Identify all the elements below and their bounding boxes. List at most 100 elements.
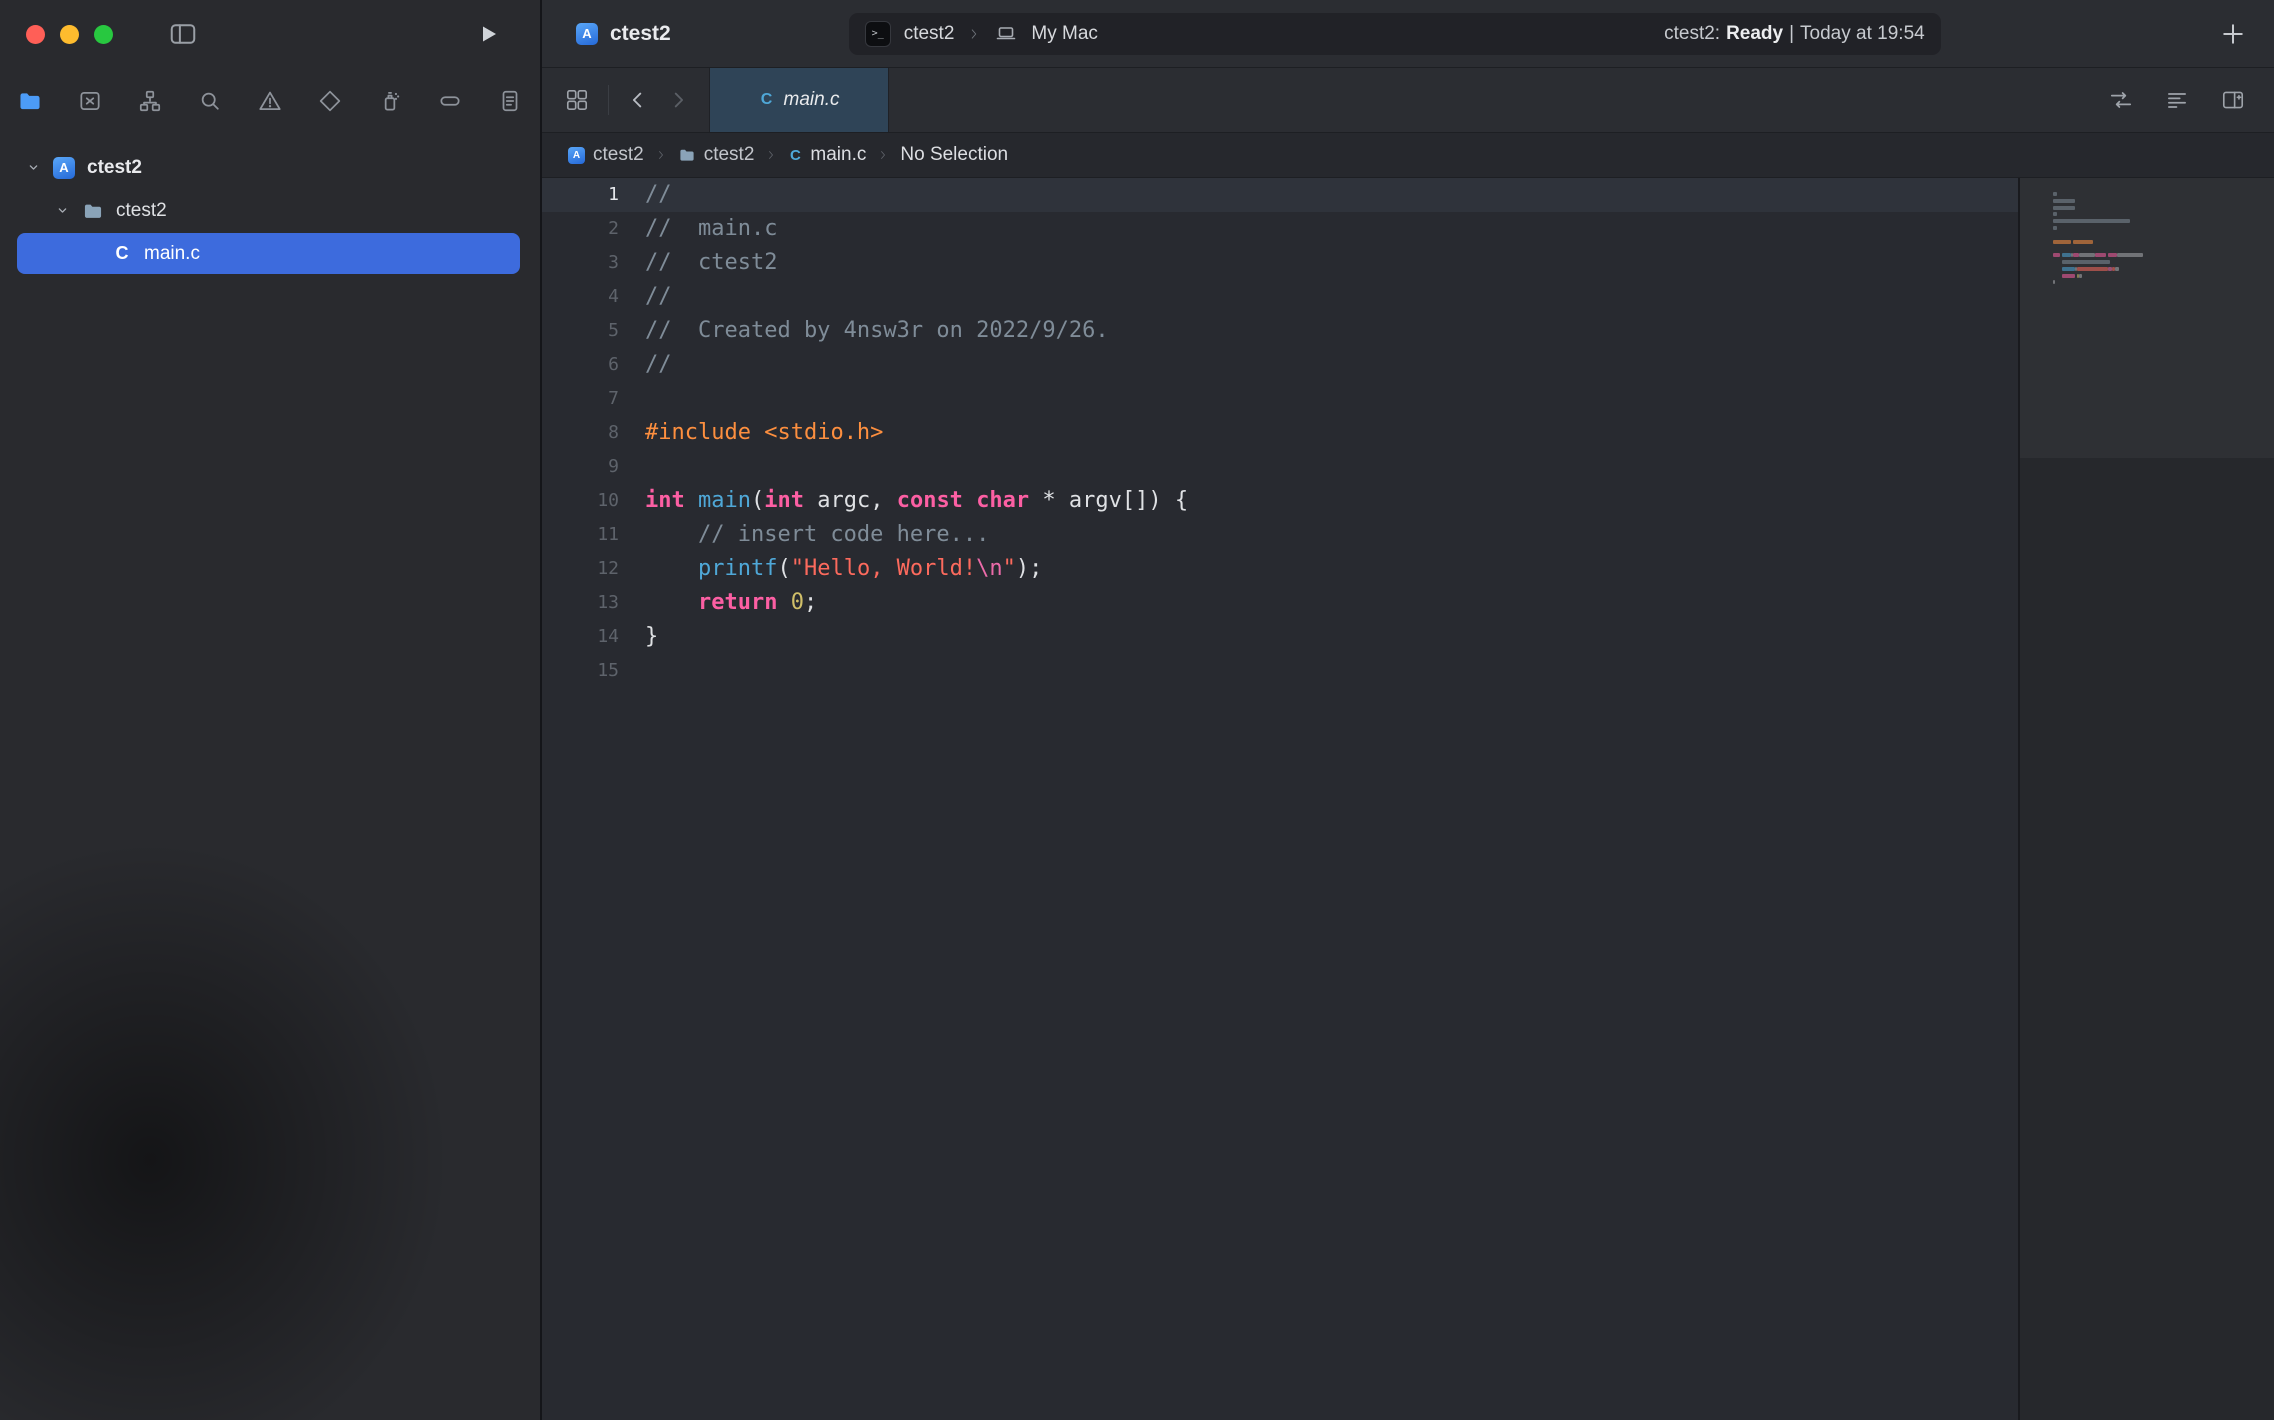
- line-number[interactable]: 13: [542, 586, 645, 620]
- tab-overview-icon[interactable]: [564, 87, 590, 113]
- add-editor-icon[interactable]: [2220, 87, 2246, 113]
- forward-chevron-icon[interactable]: [667, 89, 689, 111]
- editor-tab-bar: Cmain.c: [542, 68, 2274, 133]
- chevron-separator-icon: [967, 27, 981, 41]
- project-navigator-icon[interactable]: [17, 88, 43, 114]
- jumpbar-label: ctest2: [704, 144, 755, 166]
- tab-label: main.c: [784, 89, 840, 111]
- file-tree-item-ctest2-1[interactable]: ctest2: [0, 189, 540, 232]
- jumpbar-label: main.c: [810, 144, 866, 166]
- disclosure-chevron-icon[interactable]: [55, 203, 70, 218]
- code-text: // insert code here...: [645, 518, 989, 552]
- jumpbar-label: No Selection: [900, 144, 1008, 166]
- disclosure-chevron-icon[interactable]: [26, 160, 41, 175]
- code-line-1[interactable]: 1//: [542, 178, 2018, 212]
- editor-options-icon[interactable]: [2164, 87, 2190, 113]
- status-divider: |: [1789, 23, 1794, 45]
- library-plus-button[interactable]: [2218, 19, 2248, 49]
- line-number[interactable]: 8: [542, 416, 645, 450]
- jumpbar-item-ctest2[interactable]: Actest2: [568, 144, 644, 166]
- code-text: //: [645, 348, 672, 382]
- code-line-15[interactable]: 15: [542, 654, 2018, 688]
- code-line-5[interactable]: 5// Created by 4nsw3r on 2022/9/26.: [542, 314, 2018, 348]
- line-number[interactable]: 14: [542, 620, 645, 654]
- code-editor[interactable]: 1//2// main.c3// ctest24//5// Created by…: [542, 178, 2018, 1420]
- back-chevron-icon[interactable]: [627, 89, 649, 111]
- chevron-separator-icon: [877, 149, 889, 161]
- line-number[interactable]: 1: [542, 178, 645, 212]
- zoom-button[interactable]: [94, 25, 113, 44]
- xcode-window: Actest2ctest2Cmain.c A ctest2 >_ ctest2 …: [0, 0, 2274, 1420]
- line-number[interactable]: 3: [542, 246, 645, 280]
- code-review-icon[interactable]: [2108, 87, 2134, 113]
- line-number[interactable]: 12: [542, 552, 645, 586]
- tab-main.c[interactable]: Cmain.c: [709, 68, 889, 132]
- divider: [608, 85, 609, 115]
- jumpbar-item-ctest2[interactable]: ctest2: [678, 144, 755, 166]
- breakpoint-navigator-icon[interactable]: [437, 88, 463, 114]
- folder-icon: [678, 146, 696, 164]
- line-number[interactable]: 9: [542, 450, 645, 484]
- chevron-separator-icon: [765, 149, 777, 161]
- code-text: int main(int argc, const char * argv[]) …: [645, 484, 1188, 518]
- jumpbar-item-no-selection[interactable]: No Selection: [900, 144, 1008, 166]
- code-line-9[interactable]: 9: [542, 450, 2018, 484]
- report-navigator-icon[interactable]: [497, 88, 523, 114]
- jumpbar-label: ctest2: [593, 144, 644, 166]
- code-line-7[interactable]: 7: [542, 382, 2018, 416]
- sidebar-toggle-icon[interactable]: [168, 19, 198, 49]
- line-number[interactable]: 7: [542, 382, 645, 416]
- folder-icon: [82, 200, 104, 222]
- line-number[interactable]: 2: [542, 212, 645, 246]
- minimize-button[interactable]: [60, 25, 79, 44]
- code-line-4[interactable]: 4//: [542, 280, 2018, 314]
- file-tree-item-main.c-2[interactable]: Cmain.c: [0, 232, 540, 275]
- sidebar-header: [0, 0, 540, 68]
- symbol-navigator-icon[interactable]: [137, 88, 163, 114]
- file-tree-item-ctest2-0[interactable]: Actest2: [0, 146, 540, 189]
- code-line-11[interactable]: 11 // insert code here...: [542, 518, 2018, 552]
- activity-status: ctest2: Ready | Today at 19:54: [1664, 23, 1925, 45]
- source-control-navigator-icon[interactable]: [77, 88, 103, 114]
- tabs: Cmain.c: [689, 68, 889, 132]
- c-file-icon: C: [112, 243, 132, 264]
- xcode-project-icon: A: [568, 147, 585, 164]
- code-line-2[interactable]: 2// main.c: [542, 212, 2018, 246]
- window-title: ctest2: [610, 22, 671, 46]
- line-number[interactable]: 5: [542, 314, 645, 348]
- test-navigator-icon[interactable]: [317, 88, 343, 114]
- code-line-12[interactable]: 12 printf("Hello, World!\n");: [542, 552, 2018, 586]
- debug-navigator-icon[interactable]: [377, 88, 403, 114]
- run-destination[interactable]: My Mac: [1031, 23, 1098, 45]
- code-text: #include <stdio.h>: [645, 416, 883, 450]
- editor-actions: [2108, 68, 2274, 132]
- code-line-3[interactable]: 3// ctest2: [542, 246, 2018, 280]
- line-number[interactable]: 15: [542, 654, 645, 688]
- line-number[interactable]: 6: [542, 348, 645, 382]
- line-number[interactable]: 11: [542, 518, 645, 552]
- code-line-6[interactable]: 6//: [542, 348, 2018, 382]
- file-name: ctest2: [116, 200, 167, 222]
- line-number[interactable]: 10: [542, 484, 645, 518]
- close-button[interactable]: [26, 25, 45, 44]
- run-button[interactable]: [476, 22, 500, 46]
- code-line-8[interactable]: 8#include <stdio.h>: [542, 416, 2018, 450]
- code-text: //: [645, 178, 672, 212]
- code-line-14[interactable]: 14}: [542, 620, 2018, 654]
- code-line-10[interactable]: 10int main(int argc, const char * argv[]…: [542, 484, 2018, 518]
- status-state: Ready: [1726, 23, 1783, 45]
- scheme-name[interactable]: ctest2: [904, 23, 955, 45]
- issue-navigator-icon[interactable]: [257, 88, 283, 114]
- line-number[interactable]: 4: [542, 280, 645, 314]
- project-file-tree: Actest2 ctest2 Cmain.c: [0, 134, 540, 275]
- minimap[interactable]: [2018, 178, 2274, 1420]
- code-line-13[interactable]: 13 return 0;: [542, 586, 2018, 620]
- chevron-separator-icon: [655, 149, 667, 161]
- xcode-project-icon: A: [53, 157, 75, 179]
- main-area: A ctest2 >_ ctest2 My Mac ctest2: Ready …: [542, 0, 2274, 1420]
- find-navigator-icon[interactable]: [197, 88, 223, 114]
- laptop-icon: [994, 22, 1018, 46]
- jumpbar-item-main.c[interactable]: Cmain.c: [788, 144, 866, 166]
- navigator-tab-strip: [0, 68, 540, 134]
- code-text: return 0;: [645, 586, 817, 620]
